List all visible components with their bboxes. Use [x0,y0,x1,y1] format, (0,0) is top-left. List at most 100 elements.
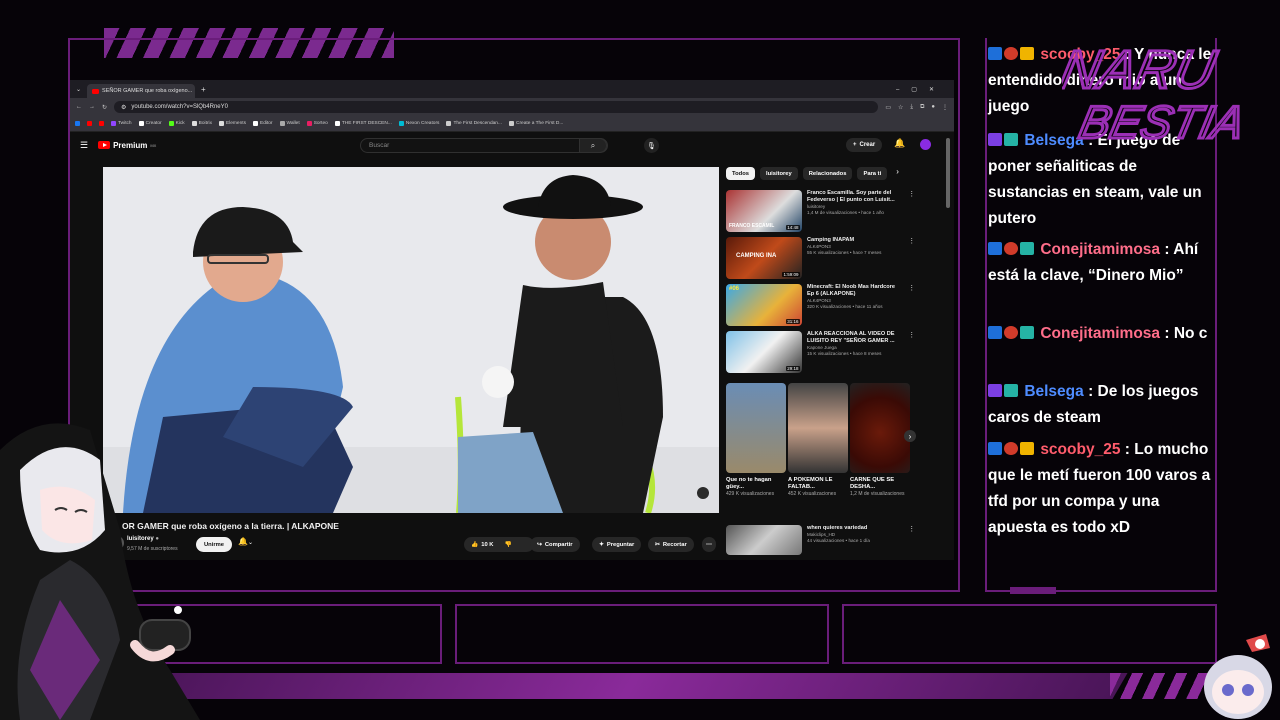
scissors-icon: ✂ [655,541,660,548]
svg-text:BESTIA: BESTIA [1075,96,1249,147]
lower-panel-right [842,604,1217,664]
bookmark[interactable]: Editor [253,121,273,126]
youtube-premium-logo[interactable]: Premium MX [98,141,156,150]
badge-icon [1004,133,1018,146]
bookmark[interactable]: Create a The First D... [508,121,563,126]
youtube-logo-icon [98,141,111,149]
forward-icon[interactable]: → [89,104,95,110]
youtube-favicon-icon [92,88,100,94]
new-tab-icon[interactable]: + [201,85,206,94]
recommendation[interactable]: when quieres variedad Makiclips_HD 44 visu… [726,525,916,555]
url-text: youtube.com/watch?v=SlQb4RneY0 [131,104,228,110]
window-controls[interactable]: –▢✕ [896,86,946,93]
badge-icon [1004,242,1018,255]
channel-bell-icon[interactable]: 🔔⌄ [238,537,253,552]
short-video[interactable]: Que no te hagan güey... 429 K visualizaci… [726,383,786,498]
chip-related[interactable]: Relacionados [802,167,853,180]
more-actions-icon[interactable]: ⋯ [702,537,716,552]
badge-icon [1020,326,1034,339]
bookmark[interactable]: Twitch [111,121,132,126]
tab-title: SEÑOR GAMER que roba oxígeno... [102,88,193,94]
svg-text:NARU: NARU [1062,40,1221,100]
chevron-right-icon[interactable]: › [892,167,899,180]
more-options-icon[interactable]: ⋮ [908,190,916,232]
clip-button[interactable]: ✂ Recortar [648,537,694,552]
bookmark[interactable]: Elements [219,121,246,126]
bookmark[interactable]: THE FIRST DESCEN... [334,121,392,126]
like-button[interactable]: 👍 10 K 👎 [464,537,534,552]
search-icon[interactable]: ⌕ [579,138,607,153]
site-info-icon: ⚙ [121,104,127,111]
sparkle-icon: ✦ [599,541,604,548]
microphone-icon[interactable]: 🎙 [644,138,659,153]
recommendation[interactable]: #06 31:16 Minecraft: El Noob Mas Hardcor… [726,284,916,326]
video-thumbnail: #06 31:16 [726,284,802,326]
recommendation[interactable]: FRANCO ESCAMIL 14:48 Franco Escamilla. S… [726,190,916,232]
extensions-icon[interactable]: ⧉ [920,104,924,111]
short-thumbnail [788,383,848,473]
url-field[interactable]: ⚙ youtube.com/watch?v=SlQb4RneY0 [114,101,879,113]
badge-icon [1004,442,1018,455]
video-thumbnail: 29:18 [726,331,802,373]
bookmark[interactable]: Boitrix [191,121,212,126]
facebook-icon[interactable] [75,121,80,126]
tab-search-icon[interactable]: ⌄ [76,86,81,93]
search-input[interactable]: Buscar ⌕ [360,138,608,153]
recommendation[interactable]: CAMPING INA 1:59:09 Camping INAPAM ALK4PO… [726,237,916,279]
bookmark[interactable]: Sorteo [306,121,328,126]
menu-icon[interactable]: ⋮ [942,104,948,111]
vtuber-avatar [0,423,200,720]
create-button[interactable]: + Crear [846,138,883,152]
share-button[interactable]: ↪ Compartir [530,537,580,552]
chip-for-you[interactable]: Para ti [857,167,888,180]
badge-icon [1020,242,1034,255]
badge-icon [988,442,1002,455]
crown-icon [1020,47,1034,60]
naru-bestia-logo: NARU BESTIA [1062,38,1251,149]
video-thumbnail [726,525,802,555]
bookmark[interactable]: Creator [138,121,162,126]
short-video[interactable]: A POKEMON LE FALTAB... 452 K visualizacio… [788,383,848,498]
short-thumbnail [726,383,786,473]
profile-icon[interactable]: ● [931,104,935,110]
chat-accent-bar [1010,587,1056,594]
scrollbar[interactable] [946,138,950,208]
chip-all[interactable]: Todos [726,167,755,180]
bookmark[interactable]: The First Descendan... [446,121,502,126]
badge-icon [1004,384,1018,397]
youtube-icon[interactable] [87,121,92,126]
tab-active[interactable]: SEÑOR GAMER que roba oxígeno... ✕ [87,84,196,98]
recommendation[interactable]: 29:18 ALKA REACCIONA AL VIDEO DE LUISITO… [726,331,916,373]
plus-icon: + [853,142,857,148]
thumbs-up-icon: 👍 [471,541,479,548]
video-thumbnail: CAMPING INA 1:59:09 [726,237,802,279]
reload-icon[interactable]: ↻ [102,104,107,111]
avatar[interactable] [920,139,931,150]
thumbs-down-icon[interactable]: 👎 [504,542,511,548]
share-icon: ↪ [537,541,542,548]
badge-icon [1004,47,1018,60]
chat-message: Conejitamimosa : Ahí está la clave, “Din… [988,241,1199,284]
shorts-next-icon[interactable]: › [904,430,916,442]
short-video[interactable]: CARNE QUE SE DESHA... 1,2 M de visualizac… [850,383,910,498]
bookmark[interactable]: Nexon Creators [398,121,439,126]
badge-icon [988,133,1002,146]
youtube-header: ☰ Premium MX Buscar ⌕ 🎙 + Crear 🔔 [70,132,954,158]
notifications-icon[interactable]: 🔔 [894,138,905,149]
back-icon[interactable]: ← [76,104,82,110]
download-icon[interactable]: ⤓ [910,104,913,111]
more-options-icon[interactable]: ⋮ [908,284,916,326]
ask-button[interactable]: ✦ Preguntar [592,537,642,552]
cast-icon[interactable]: ▭ [885,104,891,111]
bookmark[interactable]: Wallet [279,121,300,126]
bookmark-star-icon[interactable]: ☆ [898,104,903,111]
more-options-icon[interactable]: ⋮ [908,525,916,555]
hamburger-menu-icon[interactable]: ☰ [80,140,88,151]
chat-message: scooby_25 : Lo mucho que le metí fueron … [988,441,1211,536]
chip-channel[interactable]: luisitorey [759,167,798,180]
crown-icon [1020,442,1034,455]
more-options-icon[interactable]: ⋮ [908,331,916,373]
more-options-icon[interactable]: ⋮ [908,237,916,279]
bookmark[interactable]: Kick [168,121,185,126]
youtube-icon[interactable] [99,121,104,126]
